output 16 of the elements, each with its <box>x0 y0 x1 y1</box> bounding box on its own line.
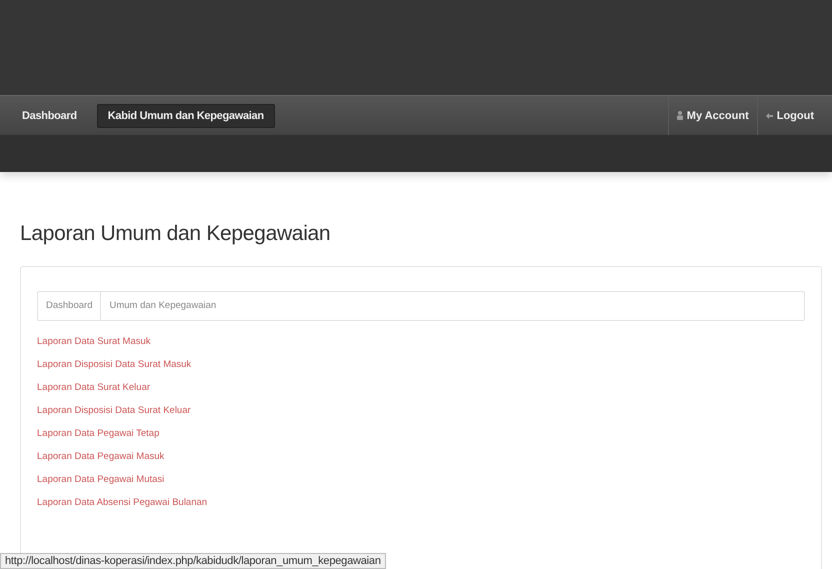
breadcrumb-item[interactable]: Umum dan Kepegawaian <box>101 292 224 320</box>
report-link[interactable]: Laporan Data Pegawai Masuk <box>37 450 164 463</box>
report-link[interactable]: Laporan Data Pegawai Tetap <box>37 427 160 440</box>
report-link[interactable]: Laporan Data Surat Masuk <box>37 335 151 348</box>
status-url: http://localhost/dinas-koperasi/index.php/kabidudk/laporan_umum_kepegawaian <box>0 553 386 569</box>
report-link[interactable]: Laporan Disposisi Data Surat Keluar <box>37 404 191 417</box>
report-link[interactable]: Laporan Data Surat Keluar <box>37 381 150 394</box>
page-title: Laporan Umum dan Kepegawaian <box>20 222 332 246</box>
arrow-icon <box>766 112 773 118</box>
breadcrumb-item[interactable]: Dashboard <box>38 292 102 320</box>
nav-tab[interactable]: Dashboard <box>12 104 87 126</box>
report-link[interactable]: Laporan Disposisi Data Surat Masuk <box>37 358 192 371</box>
report-link[interactable]: Laporan Data Absensi Pegawai Bulanan <box>37 496 208 509</box>
report-link[interactable]: Laporan Data Pegawai Mutasi <box>37 473 164 486</box>
nav-tab[interactable]: Kabid Umum dan Kepegawaian <box>96 104 275 128</box>
user-icon <box>676 111 683 120</box>
